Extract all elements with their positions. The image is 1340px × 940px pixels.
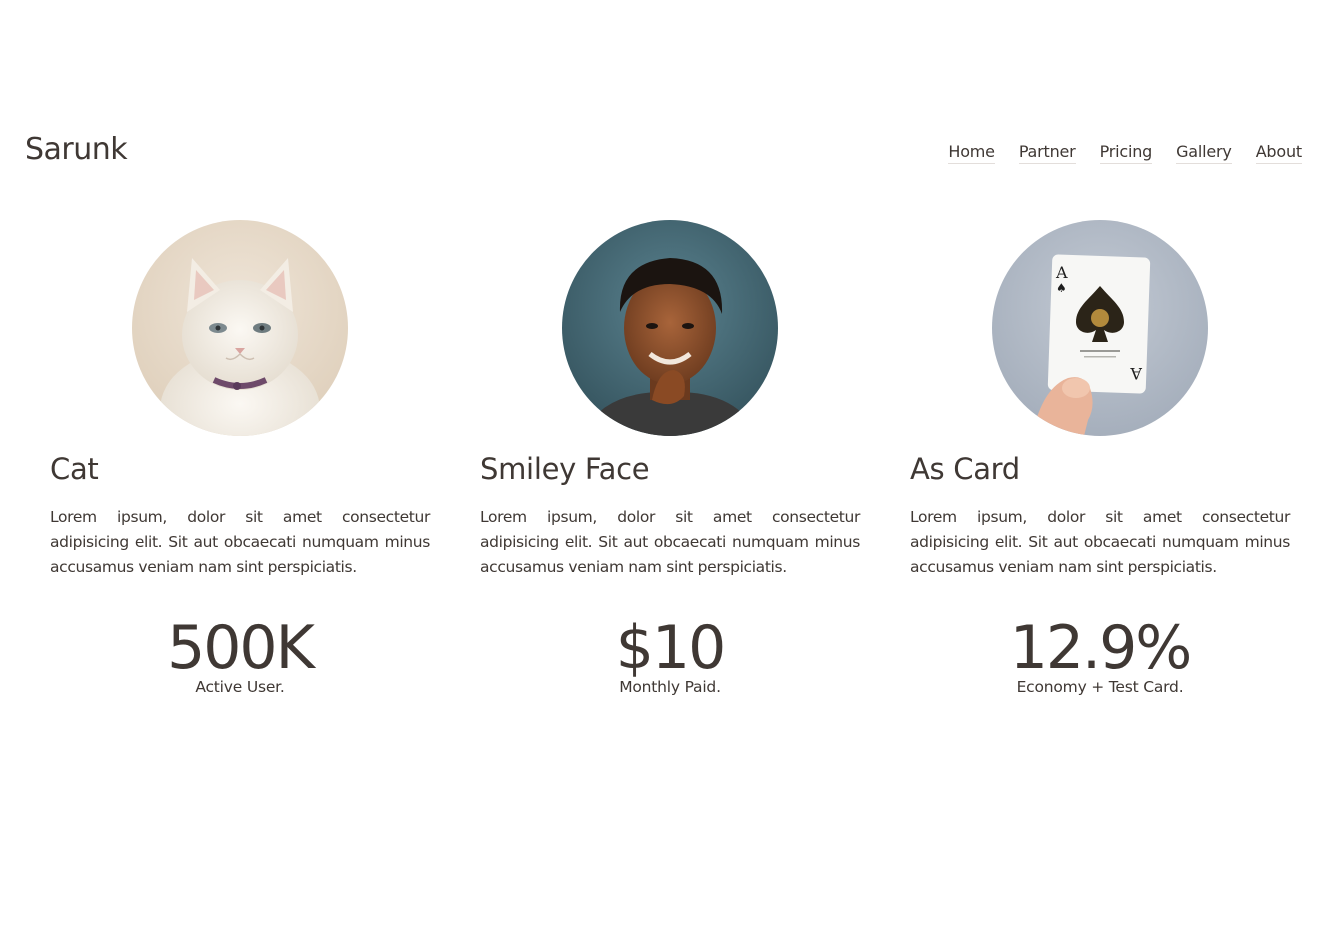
card-title: Smiley Face	[480, 452, 650, 486]
nav-pricing-link[interactable]: Pricing	[1099, 142, 1152, 164]
stat-value: $10	[615, 613, 727, 683]
svg-text:A: A	[1130, 364, 1143, 383]
stat-value: 12.9%	[1009, 613, 1193, 683]
stat-label: Economy + Test Card.	[1016, 678, 1184, 696]
nav-partner-link[interactable]: Partner	[1018, 142, 1076, 164]
main-nav: Home Partner Pricing Gallery About	[948, 142, 1302, 164]
card-description: Lorem ipsum, dolor sit amet consectetur …	[480, 508, 860, 576]
nav-about-link[interactable]: About	[1255, 142, 1302, 164]
stat-value: 500K	[167, 613, 315, 683]
smiling-person-photo	[562, 220, 778, 436]
card-description: Lorem ipsum, dolor sit amet consectetur …	[50, 508, 430, 576]
stat-label: Active User.	[195, 678, 285, 696]
card-stat: 500K Active User.	[50, 610, 430, 696]
card-title: As Card	[910, 452, 1020, 486]
card-stat: $10 Monthly Paid.	[480, 610, 860, 696]
page: Sarunk Home Partner Pricing Gallery Abou…	[0, 0, 1340, 940]
ace-of-spades-card-photo: A ♠ A	[992, 220, 1208, 436]
card-description: Lorem ipsum, dolor sit amet consectetur …	[910, 508, 1290, 576]
svg-text:♠: ♠	[1056, 281, 1067, 295]
cat-photo	[132, 220, 348, 436]
brand-logo[interactable]: Sarunk	[25, 132, 128, 167]
svg-text:A: A	[1055, 263, 1068, 282]
nav-home-link[interactable]: Home	[948, 142, 995, 164]
card-stat: 12.9% Economy + Test Card.	[910, 610, 1290, 696]
nav-gallery-link[interactable]: Gallery	[1176, 142, 1232, 164]
site-header: Sarunk Home Partner Pricing Gallery Abou…	[0, 128, 1340, 178]
card-title: Cat	[50, 452, 99, 486]
stat-label: Monthly Paid.	[619, 678, 721, 696]
